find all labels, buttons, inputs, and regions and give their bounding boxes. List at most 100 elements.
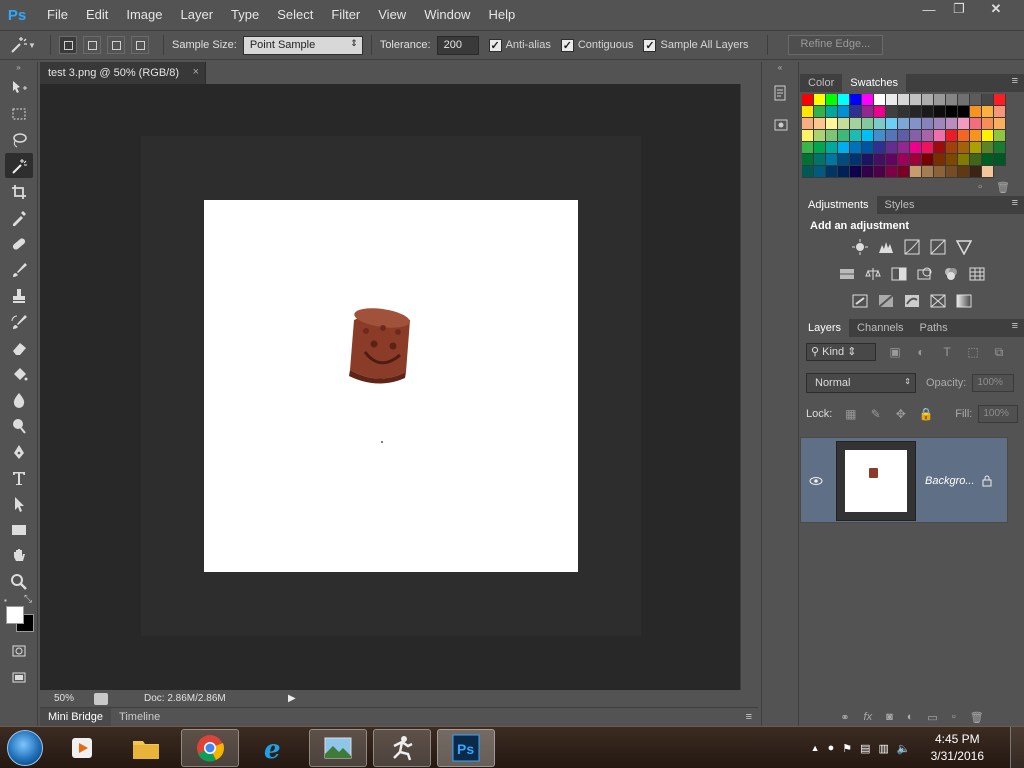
default-colors-icon[interactable]: ▪	[4, 596, 7, 605]
swatch[interactable]	[838, 130, 850, 142]
menu-type[interactable]: Type	[222, 0, 268, 30]
action-center-flag-icon[interactable]: ⚑	[842, 742, 852, 755]
swatch[interactable]	[934, 106, 946, 118]
dodge-tool-icon[interactable]	[5, 413, 33, 438]
zoom-tool-icon[interactable]	[5, 569, 33, 594]
levels-icon[interactable]	[877, 238, 895, 256]
swatch[interactable]	[886, 142, 898, 154]
swatch[interactable]	[970, 106, 982, 118]
delete-layer-icon[interactable]: 🗑	[970, 711, 984, 724]
panel-menu-icon[interactable]: ≡	[746, 711, 752, 723]
history-panel-icon[interactable]	[768, 80, 794, 106]
swatch[interactable]	[958, 106, 970, 118]
swatch[interactable]	[946, 94, 958, 106]
vibrance-icon[interactable]	[955, 238, 973, 256]
tab-styles[interactable]: Styles	[877, 196, 923, 214]
swatch[interactable]	[934, 118, 946, 130]
swatch[interactable]	[922, 154, 934, 166]
swatch[interactable]	[922, 94, 934, 106]
blend-mode-select[interactable]: Normal ⇕	[806, 373, 916, 393]
swatch[interactable]	[970, 130, 982, 142]
swatch[interactable]	[982, 118, 994, 130]
menu-window[interactable]: Window	[415, 0, 479, 30]
chrome-icon[interactable]	[181, 728, 239, 767]
status-menu-arrow-icon[interactable]: ▶	[288, 693, 296, 704]
swatch[interactable]	[874, 118, 886, 130]
swatch[interactable]	[874, 130, 886, 142]
kind-filter-select[interactable]: ⚲ Kind ⇕	[806, 343, 876, 361]
tab-paths[interactable]: Paths	[912, 319, 956, 337]
swatch[interactable]	[910, 94, 922, 106]
swatch[interactable]	[958, 94, 970, 106]
swatch[interactable]	[814, 166, 826, 178]
swatch[interactable]	[910, 142, 922, 154]
menu-layer[interactable]: Layer	[172, 0, 223, 30]
adjustment-layer-filter-icon[interactable]: ◐	[914, 345, 928, 359]
swatch[interactable]	[910, 166, 922, 178]
proof-icon[interactable]	[94, 692, 108, 705]
new-adjustment-icon[interactable]: ◐	[907, 711, 914, 723]
swatch[interactable]	[838, 166, 850, 178]
brush-tool-icon[interactable]	[5, 257, 33, 282]
swatch[interactable]	[862, 118, 874, 130]
swatch[interactable]	[934, 166, 946, 178]
swatch[interactable]	[874, 94, 886, 106]
swatch[interactable]	[814, 154, 826, 166]
color-balance-icon[interactable]	[864, 265, 882, 283]
tab-mini-bridge[interactable]: Mini Bridge	[40, 708, 112, 726]
exposure-icon[interactable]	[929, 238, 947, 256]
swatch[interactable]	[958, 154, 970, 166]
new-group-icon[interactable]: ▭	[927, 711, 937, 724]
add-mask-icon[interactable]: ◙	[886, 711, 893, 723]
network-icon[interactable]: ▥	[879, 742, 889, 755]
swatch[interactable]	[826, 106, 838, 118]
swatch[interactable]	[826, 166, 838, 178]
swatch[interactable]	[994, 106, 1006, 118]
show-hidden-icons-icon[interactable]: ▲	[811, 743, 820, 753]
type-tool-icon[interactable]	[5, 465, 33, 490]
magic-wand-tool-icon[interactable]	[5, 153, 33, 178]
delete-swatch-icon[interactable]: 🗑	[996, 181, 1010, 194]
swatch[interactable]	[886, 166, 898, 178]
swatch[interactable]	[982, 106, 994, 118]
swatch[interactable]	[898, 94, 910, 106]
lock-transparent-icon[interactable]: ▦	[844, 407, 857, 421]
swatch[interactable]	[910, 130, 922, 142]
swatch[interactable]	[910, 118, 922, 130]
new-swatch-icon[interactable]: ▫	[978, 181, 982, 193]
tab-color[interactable]: Color	[800, 74, 842, 92]
swatch[interactable]	[814, 142, 826, 154]
intersect-selection-icon[interactable]	[131, 36, 149, 54]
posterize-icon[interactable]	[877, 292, 895, 310]
panel-menu-icon[interactable]: ≡	[1012, 320, 1018, 332]
hand-tool-icon[interactable]	[5, 543, 33, 568]
lock-position-icon[interactable]: ✥	[894, 407, 907, 421]
swatch[interactable]	[970, 142, 982, 154]
restore-button[interactable]: ❐	[944, 0, 974, 18]
toolbox-collapse-icon[interactable]: »	[0, 62, 37, 74]
swatch[interactable]	[886, 118, 898, 130]
pixel-layer-filter-icon[interactable]: ▣	[888, 345, 902, 359]
close-tab-icon[interactable]: ×	[193, 66, 199, 78]
curves-icon[interactable]	[903, 238, 921, 256]
tab-adjustments[interactable]: Adjustments	[800, 196, 877, 214]
swatch[interactable]	[982, 142, 994, 154]
eraser-tool-icon[interactable]	[5, 335, 33, 360]
layer-background[interactable]: Backgro...	[800, 437, 1008, 523]
shape-layer-filter-icon[interactable]: ⬚	[966, 345, 980, 359]
swatch[interactable]	[994, 142, 1006, 154]
swatch[interactable]	[982, 166, 994, 178]
swatch[interactable]	[934, 154, 946, 166]
menu-edit[interactable]: Edit	[77, 0, 117, 30]
visibility-eye-icon[interactable]	[809, 474, 823, 488]
swatch[interactable]	[946, 106, 958, 118]
new-selection-icon[interactable]	[59, 36, 77, 54]
image-canvas[interactable]	[204, 200, 578, 572]
fill-input[interactable]: 100%	[978, 405, 1019, 423]
swatch[interactable]	[826, 154, 838, 166]
crop-tool-icon[interactable]	[5, 179, 33, 204]
swatch[interactable]	[970, 154, 982, 166]
anti-alias-checkbox[interactable]: ✓ Anti-alias	[488, 38, 551, 52]
swatch[interactable]	[982, 130, 994, 142]
swatch[interactable]	[862, 130, 874, 142]
